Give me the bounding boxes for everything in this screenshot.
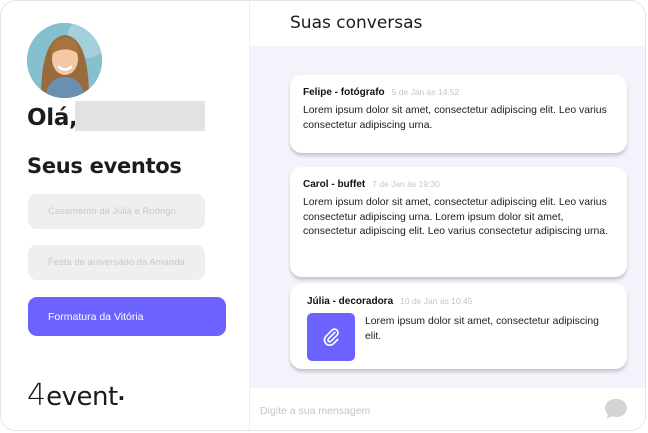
event-button-label: Casamento da Júlia e Rodrigo	[48, 206, 176, 217]
message-sender: Felipe - fotógrafo	[303, 87, 385, 98]
message-text: Lorem ipsum dolor sit amet, consectetur …	[303, 197, 608, 237]
event-button-casamento[interactable]: Casamento da Júlia e Rodrigo	[28, 194, 205, 229]
message-sender: Júlia - decoradora	[307, 296, 394, 307]
avatar[interactable]	[27, 23, 102, 98]
logo-word: event	[46, 382, 118, 412]
user-name-placeholder	[75, 101, 205, 131]
paperclip-icon	[323, 328, 339, 347]
greeting: Olá,	[27, 105, 78, 131]
event-button-aniversario[interactable]: Festa de aniversário da Amanda	[28, 245, 205, 280]
message-card[interactable]: Carol - buffet 7 de Jan às 19:30 Lorem i…	[290, 167, 627, 277]
logo-prefix: 4	[27, 378, 47, 413]
message-header: Felipe - fotógrafo 5 de Jan às 14:52	[303, 87, 615, 98]
event-button-label: Festa de aniversário da Amanda	[48, 257, 185, 268]
message-card[interactable]: Júlia - decoradora 10 de Jan às 10:45 Lo…	[290, 284, 627, 369]
message-list[interactable]: Felipe - fotógrafo 5 de Jan às 14:52 Lor…	[250, 46, 645, 388]
attachment-button[interactable]	[307, 313, 355, 361]
avatar-photo	[27, 23, 102, 98]
page-title: Suas conversas	[290, 13, 423, 33]
chat-bubble-icon	[605, 399, 627, 419]
message-input[interactable]	[260, 400, 590, 422]
message-sender: Carol - buffet	[303, 179, 366, 190]
logo-mark: ·	[117, 386, 126, 410]
message-card[interactable]: Felipe - fotógrafo 5 de Jan às 14:52 Lor…	[290, 75, 627, 153]
event-button-formatura[interactable]: Formatura da Vitória	[28, 297, 226, 336]
events-title: Seus eventos	[27, 154, 182, 178]
app-window: Olá, Seus eventos Casamento da Júlia e R…	[0, 0, 646, 431]
message-time: 10 de Jan às 10:45	[400, 296, 473, 306]
message-composer	[250, 388, 645, 430]
logo: 4 event ·	[27, 377, 126, 413]
event-button-label: Formatura da Vitória	[48, 310, 144, 323]
send-button[interactable]	[603, 397, 629, 421]
sidebar: Olá, Seus eventos Casamento da Júlia e R…	[1, 1, 250, 430]
message-header: Júlia - decoradora 10 de Jan às 10:45	[307, 296, 615, 307]
message-text: Lorem ipsum dolor sit amet, consectetur …	[303, 105, 607, 131]
message-text: Lorem ipsum dolor sit amet, consectetur …	[365, 316, 599, 342]
attachment-row: Lorem ipsum dolor sit amet, consectetur …	[307, 313, 615, 361]
message-header: Carol - buffet 7 de Jan às 19:30	[303, 179, 615, 190]
message-time: 7 de Jan às 19:30	[372, 179, 440, 189]
message-time: 5 de Jan às 14:52	[391, 87, 460, 97]
conversations-panel: Suas conversas Felipe - fotógrafo 5 de J…	[250, 1, 645, 430]
